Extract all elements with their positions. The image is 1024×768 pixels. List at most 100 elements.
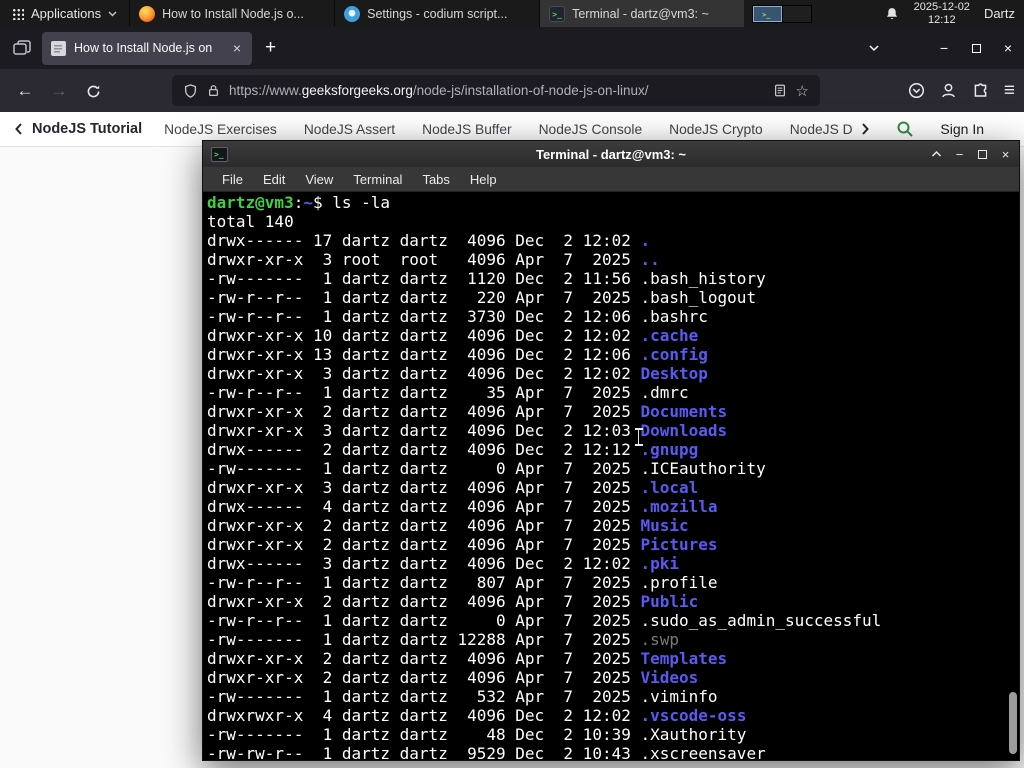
minimize-button[interactable]: − (928, 40, 960, 56)
workspace-1[interactable] (753, 5, 783, 22)
clock-date: 2025-12-02 (913, 1, 970, 13)
pocket-icon[interactable] (908, 82, 925, 99)
terminal-minimize-button[interactable]: − (953, 147, 966, 162)
bell-icon[interactable] (884, 6, 900, 22)
terminal-line: -rw------- 1 dartz dartz 48 Dec 2 10:39 … (207, 725, 747, 744)
page-favicon-icon (51, 40, 66, 56)
maximize-button[interactable] (960, 40, 992, 56)
terminal-line: -rw------- 1 dartz dartz 0 Apr 7 2025 .I… (207, 459, 766, 478)
terminal-scrollbar[interactable] (1008, 192, 1017, 760)
browser-tab[interactable]: How to Install Node.js on × (42, 31, 252, 65)
url-text: https://www.geeksforgeeks.org/node-js/in… (229, 83, 649, 98)
menu-terminal[interactable]: Terminal (343, 172, 412, 187)
terminal-output: dartz@vm3:~$ ls -la total 140 drwx------ 1… (207, 193, 1019, 760)
nav-item[interactable]: NodeJS Buffer (422, 122, 511, 137)
terminal-line: drwxr-xr-x 2 dartz dartz 4096 Apr 7 2025… (207, 649, 728, 668)
terminal-line: drwxr-xr-x 2 dartz dartz 4096 Apr 7 2025… (207, 402, 728, 421)
menu-file[interactable]: File (212, 172, 253, 187)
terminal-line: drwx------ 17 dartz dartz 4096 Dec 2 12:… (207, 231, 651, 250)
terminal-line: -rw-r--r-- 1 dartz dartz 35 Apr 7 2025 .… (207, 383, 689, 402)
terminal-line: drwxr-xr-x 3 dartz dartz 4096 Dec 2 12:0… (207, 421, 728, 440)
taskbar-item-label: How to Install Node.js o... (162, 6, 304, 21)
settings-icon (344, 5, 361, 22)
menu-button[interactable]: ≡ (1004, 81, 1015, 100)
terminal-close-button[interactable]: × (999, 147, 1012, 162)
taskbar-item[interactable]: >_ Terminal - dartz@vm3: ~ (539, 0, 745, 27)
forward-button[interactable]: → (42, 81, 76, 101)
terminal-line: total 140 (207, 212, 294, 231)
bookmark-star-icon[interactable]: ☆ (796, 82, 809, 100)
reload-button[interactable] (76, 81, 110, 101)
menu-view[interactable]: View (295, 172, 343, 187)
menu-edit[interactable]: Edit (253, 172, 295, 187)
reader-mode-icon[interactable] (773, 83, 787, 98)
back-button[interactable]: ← (8, 81, 42, 101)
terminal-line: drwx------ 3 dartz dartz 4096 Dec 2 12:0… (207, 554, 680, 573)
chevron-right-icon[interactable] (861, 122, 870, 136)
nav-item[interactable]: NodeJS Console (539, 122, 643, 137)
taskbar-item-label: Settings - codium script... (367, 6, 508, 21)
applications-label: Applications (31, 6, 102, 21)
terminal-window: Terminal - dartz@vm3: ~ − × FileEditView… (202, 140, 1020, 761)
window-controls: − × (868, 27, 1024, 69)
panel-right: 2025-12-02 12:12 Dartz (884, 1, 1024, 26)
terminal-line: drwxr-xr-x 2 dartz dartz 4096 Apr 7 2025… (207, 535, 718, 554)
menu-help[interactable]: Help (460, 172, 507, 187)
top-panel: Applications How to Install Node.js o...… (0, 0, 1024, 27)
terminal-line: -rw------- 1 dartz dartz 1120 Dec 2 11:5… (207, 269, 766, 288)
terminal-line: -rw-rw-r-- 1 dartz dartz 9529 Dec 2 10:4… (207, 744, 766, 760)
site-nav-items: NodeJS Exercises NodeJS Assert NodeJS Buff… (164, 122, 853, 137)
close-button[interactable]: × (992, 40, 1024, 56)
terminal-line: drwxr-xr-x 2 dartz dartz 4096 Apr 7 2025… (207, 592, 699, 611)
lock-icon[interactable] (207, 83, 220, 98)
new-tab-button[interactable]: + (265, 37, 276, 59)
taskbar-item[interactable]: Settings - codium script... (334, 0, 539, 27)
tab-close-icon[interactable]: × (231, 40, 243, 56)
firefox-navbar: ← → https://www.geeksforgeeks.org/node-j… (0, 69, 1024, 112)
mouse-cursor (633, 428, 644, 446)
search-icon[interactable] (896, 120, 914, 138)
terminal-line: drwxr-xr-x 3 root root 4096 Apr 7 2025 .… (207, 250, 660, 269)
tracking-shield-icon[interactable] (183, 83, 198, 99)
terminal-window-buttons: − × (930, 141, 1012, 167)
terminal-menubar: File Edit View Terminal Tabs Help (203, 167, 1019, 192)
terminal-line: dartz@vm3:~$ ls -la (207, 193, 391, 212)
nav-item[interactable]: NodeJS DNS (790, 122, 854, 137)
taskbar-item[interactable]: How to Install Node.js o... (129, 0, 334, 27)
terminal-line: -rw-r--r-- 1 dartz dartz 807 Apr 7 2025 … (207, 573, 718, 592)
terminal-line: -rw-r--r-- 1 dartz dartz 0 Apr 7 2025 .s… (207, 611, 882, 630)
panel-taskbar: How to Install Node.js o... Settings - co… (129, 0, 745, 27)
terminal-line: drwxr-xr-x 3 dartz dartz 4096 Apr 7 2025… (207, 478, 699, 497)
sign-in-link[interactable]: Sign In (940, 121, 984, 137)
taskbar-item-label: Terminal - dartz@vm3: ~ (572, 6, 709, 21)
terminal-maximize-button[interactable] (976, 149, 989, 159)
url-bar[interactable]: https://www.geeksforgeeks.org/node-js/in… (172, 75, 820, 106)
extensions-puzzle-icon[interactable] (972, 82, 989, 99)
account-icon[interactable] (940, 82, 957, 99)
nav-item[interactable]: NodeJS Exercises (164, 122, 277, 137)
list-tabs-chevron-icon[interactable] (868, 43, 880, 53)
terminal-titlebar[interactable]: Terminal - dartz@vm3: ~ − × (203, 141, 1019, 167)
site-nav-right: Sign In (861, 120, 1010, 138)
applications-menu-button[interactable]: Applications (0, 0, 129, 27)
workspace-2[interactable] (782, 5, 812, 22)
applications-grid-icon (12, 7, 24, 20)
terminal-line: drwx------ 4 dartz dartz 4096 Apr 7 2025… (207, 497, 718, 516)
scrollbar-thumb[interactable] (1009, 692, 1017, 754)
clock-time: 12:12 (928, 13, 956, 26)
shade-button[interactable] (930, 150, 943, 158)
user-menu[interactable]: Dartz (984, 6, 1015, 21)
site-nav-primary[interactable]: NodeJS Tutorial (14, 121, 142, 137)
panel-clock[interactable]: 2025-12-02 12:12 (914, 1, 970, 26)
nav-item[interactable]: NodeJS Crypto (669, 122, 763, 137)
nav-item[interactable]: NodeJS Assert (304, 122, 395, 137)
terminal-line: -rw------- 1 dartz dartz 12288 Apr 7 202… (207, 630, 680, 649)
firefox-view-icon[interactable] (13, 40, 31, 56)
terminal-line: -rw------- 1 dartz dartz 532 Apr 7 2025 … (207, 687, 718, 706)
menu-tabs[interactable]: Tabs (412, 172, 459, 187)
chevron-left-icon[interactable] (14, 122, 23, 136)
tab-title: How to Install Node.js on (74, 41, 213, 55)
terminal-line: drwxr-xr-x 2 dartz dartz 4096 Apr 7 2025… (207, 516, 689, 535)
terminal-screen[interactable]: dartz@vm3:~$ ls -la total 140 drwx------ 1… (203, 192, 1019, 760)
firefox-icon (139, 5, 156, 22)
